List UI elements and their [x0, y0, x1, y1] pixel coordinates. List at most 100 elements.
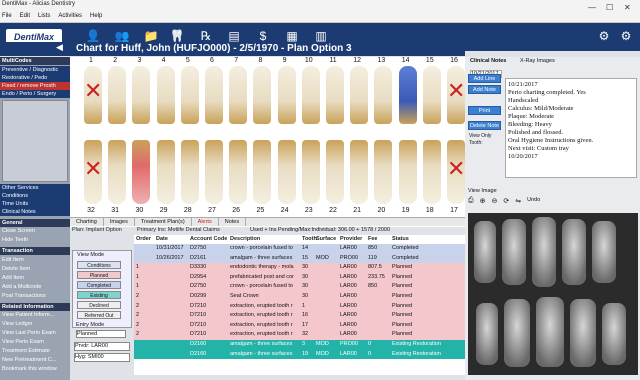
hygienist-select[interactable]: Hyg: SMI00	[74, 353, 130, 362]
post-transactions-link[interactable]: Post Transactions	[0, 292, 70, 300]
view-perio-link[interactable]: View Perio Exam	[0, 338, 70, 346]
tooth-upper[interactable]	[205, 66, 223, 124]
sidebar-clinical-notes[interactable]: Clinical Notes	[0, 208, 70, 216]
tooth-upper[interactable]	[326, 66, 344, 124]
undo-label[interactable]: Undo	[527, 197, 540, 205]
sidebar-other-services[interactable]: Other Services	[0, 184, 70, 192]
tooth-lower[interactable]	[132, 140, 151, 204]
column-header[interactable]: Provider	[340, 236, 362, 242]
table-row[interactable]: 2 D7210 extraction, erupted tooth r 17 LAR00…	[134, 320, 465, 331]
tooth-lower[interactable]	[180, 140, 199, 204]
menu-edit[interactable]: Edit	[20, 13, 30, 19]
tooth-upper[interactable]	[132, 66, 151, 124]
column-header[interactable]: Fee	[368, 236, 377, 242]
tooth-lower[interactable]	[229, 140, 248, 204]
sidebar-time-units[interactable]: Time Units	[0, 200, 70, 208]
tooth-lower[interactable]	[253, 140, 272, 204]
note-text-area[interactable]: 10/21/2017 Perio charting completed. Yes…	[505, 78, 637, 178]
tooth-upper[interactable]	[180, 66, 199, 124]
rotate-icon[interactable]: ⟳	[503, 197, 509, 205]
tooth-lower[interactable]	[326, 140, 344, 204]
add-line-button[interactable]: Add Line	[468, 74, 501, 83]
menu-help[interactable]: Help	[90, 13, 102, 19]
tab-alerts[interactable]: Alerts	[192, 218, 219, 226]
view-ledger-link[interactable]: View Ledger	[0, 320, 70, 328]
gear-icon[interactable]: ⚙	[595, 27, 613, 45]
menu-lists[interactable]: Lists	[38, 13, 50, 19]
close-icon[interactable]: ✕	[624, 3, 631, 12]
column-header[interactable]: Account Code	[190, 236, 227, 242]
tab-treatment-plans[interactable]: Treatment Plan(s)	[135, 218, 192, 226]
sidebar-multicodes[interactable]: MultiCodes	[0, 57, 70, 65]
tooth-lower[interactable]	[398, 140, 417, 204]
tooth-upper[interactable]	[350, 66, 369, 124]
table-row[interactable]: 1 D2750 crown - porcelain fused to 30 LAR00 8…	[134, 282, 465, 292]
column-header[interactable]: Order	[136, 236, 151, 242]
tooth-upper[interactable]	[156, 66, 175, 124]
tab-xray-images[interactable]: X-Ray Images	[520, 58, 555, 64]
table-row[interactable]: 2 D7210 extraction, erupted tooth r 1 LAR00 P…	[134, 301, 465, 312]
delete-note-button[interactable]: Delete Note	[468, 121, 501, 130]
new-pretreatment-link[interactable]: New Pretreatment C...	[0, 356, 70, 364]
procedure-icon-grid[interactable]	[2, 100, 68, 182]
table-row[interactable]: 2 D0299 Seat Crown 30 LAR00 Planned	[134, 292, 465, 302]
vm-existing[interactable]: Existing	[77, 291, 121, 299]
view-last-perio-link[interactable]: View Last Perio Exam	[0, 329, 70, 337]
delete-item-link[interactable]: Delete Item	[0, 265, 70, 273]
vm-completed[interactable]: Completed	[77, 281, 121, 289]
column-header[interactable]: Surface	[316, 236, 336, 242]
table-row[interactable]: D2160 amalgam - three surfaces 19 MOD LAR00 0…	[134, 349, 465, 360]
back-arrow-icon[interactable]: ◀	[56, 42, 63, 53]
tooth-upper[interactable]	[422, 66, 441, 124]
table-row[interactable]: 2 D7210 extraction, erupted tooth r 32 LAR00…	[134, 330, 465, 340]
sidebar-restorative[interactable]: Restorative / Pedo	[0, 74, 70, 82]
tab-clinical-notes[interactable]: Clinical Notes	[470, 58, 506, 64]
sidebar-preventive[interactable]: Preventive / Diagnostic	[0, 66, 70, 74]
tab-images[interactable]: Images	[104, 218, 135, 226]
edit-item-link[interactable]: Edit Item	[0, 256, 70, 264]
table-row[interactable]: 2 D7210 extraction, erupted tooth r 16 LAR00…	[134, 311, 465, 321]
tooth-upper[interactable]	[277, 66, 296, 124]
vm-conditions[interactable]: Conditions	[77, 261, 121, 269]
minimize-icon[interactable]: —	[588, 3, 596, 12]
close-screen-link[interactable]: Close Screen	[0, 227, 70, 235]
vm-planned[interactable]: Planned	[77, 271, 121, 279]
tooth-lower[interactable]	[205, 140, 223, 204]
add-item-link[interactable]: Add Item	[0, 274, 70, 282]
print-button[interactable]: Print	[468, 106, 501, 115]
add-note-button[interactable]: Add Note	[468, 85, 501, 94]
hide-teeth-link[interactable]: Hide Teeth	[0, 236, 70, 244]
column-header[interactable]: Tooth	[302, 236, 317, 242]
menu-activities[interactable]: Activities	[58, 13, 82, 19]
entry-mode-select[interactable]: Planned	[76, 330, 126, 338]
sidebar-conditions[interactable]: Conditions	[0, 192, 70, 200]
table-row[interactable]: D2160 amalgam - three surfaces 3 MOD PRO00 0 E…	[134, 340, 465, 350]
maximize-icon[interactable]: ☐	[606, 3, 613, 12]
column-header[interactable]: Status	[392, 236, 409, 242]
tooth-upper[interactable]	[229, 66, 248, 124]
tooth-lower[interactable]	[156, 140, 175, 204]
provider-select[interactable]: Prvdr: LAR00	[74, 342, 130, 351]
tooth-lower[interactable]	[374, 140, 393, 204]
column-header[interactable]: Description	[230, 236, 260, 242]
bookmark-link[interactable]: Bookmark this window	[0, 365, 70, 373]
zoom-out-icon[interactable]: ⊖	[491, 197, 497, 205]
tab-charting[interactable]: Charting	[70, 218, 104, 226]
flip-icon[interactable]: ⇋	[515, 197, 521, 205]
tooth-lower[interactable]	[108, 140, 127, 204]
tooth-lower[interactable]	[350, 140, 369, 204]
table-row[interactable]: 10/31/2017 D2750 crown - porcelain fused t…	[134, 244, 465, 254]
tooth-upper[interactable]	[301, 66, 320, 124]
menu-file[interactable]: File	[2, 13, 12, 19]
tooth-lower[interactable]	[277, 140, 296, 204]
table-row[interactable]: 1 D3330 endodontic therapy - mola 30 LAR00 80…	[134, 263, 465, 273]
tooth-upper[interactable]	[253, 66, 272, 124]
sidebar-endo[interactable]: Endo / Perio / Surgery	[0, 90, 70, 98]
tooth-upper[interactable]	[108, 66, 127, 124]
tooth-upper[interactable]	[374, 66, 393, 124]
table-row[interactable]: 10/26/2017 D2161 amalgam - three surfaces 1…	[134, 253, 465, 264]
gear2-icon[interactable]: ⚙	[617, 27, 635, 45]
tooth-lower[interactable]	[301, 140, 320, 204]
tooth-lower[interactable]	[422, 140, 441, 204]
tooth-upper[interactable]	[398, 66, 417, 124]
